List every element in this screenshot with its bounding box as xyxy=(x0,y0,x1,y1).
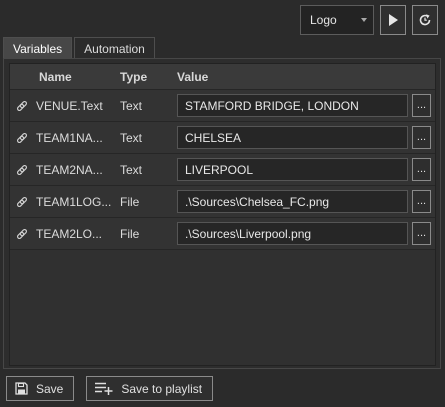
column-header-name[interactable]: Name xyxy=(34,70,114,84)
tab-bar: Variables Automation xyxy=(3,37,155,59)
browse-button[interactable]: ... xyxy=(412,158,431,181)
value-field[interactable]: .\Sources\Liverpool.png xyxy=(177,222,408,245)
preset-select-value: Logo xyxy=(310,13,337,27)
refresh-icon xyxy=(418,13,432,27)
browse-button[interactable]: ... xyxy=(412,94,431,117)
value-field[interactable]: CHELSEA xyxy=(177,126,408,149)
tab-variables[interactable]: Variables xyxy=(3,37,73,59)
row-name: VENUE.Text xyxy=(36,98,103,113)
row-name: TEAM1LOG... xyxy=(36,194,112,209)
browse-button[interactable]: ... xyxy=(412,222,431,245)
floppy-disk-icon xyxy=(15,382,28,395)
browse-button[interactable]: ... xyxy=(412,190,431,213)
column-header-value[interactable]: Value xyxy=(172,70,435,84)
refresh-button[interactable] xyxy=(412,5,438,35)
table-row[interactable]: TEAM1LOG... File .\Sources\Chelsea_FC.pn… xyxy=(10,186,435,218)
save-button[interactable]: Save xyxy=(6,376,75,401)
row-type: Text xyxy=(120,162,143,177)
save-to-playlist-button[interactable]: Save to playlist xyxy=(86,376,214,401)
variables-panel: Name Type Value VENUE.Text Text STAMFORD… xyxy=(3,58,441,369)
top-toolbar: Logo xyxy=(300,5,438,35)
play-icon xyxy=(388,14,398,26)
chevron-down-icon xyxy=(361,18,367,22)
row-type: File xyxy=(120,226,140,241)
tab-automation[interactable]: Automation xyxy=(74,37,155,59)
link-icon[interactable] xyxy=(10,132,34,143)
value-field[interactable]: LIVERPOOL xyxy=(177,158,408,181)
row-type: Text xyxy=(120,130,143,145)
row-name: TEAM2NA... xyxy=(36,162,103,177)
link-icon[interactable] xyxy=(10,228,34,239)
row-type: Text xyxy=(120,98,143,113)
table-row[interactable]: TEAM2LO... File .\Sources\Liverpool.png … xyxy=(10,218,435,250)
footer-bar: Save Save to playlist xyxy=(6,376,214,401)
row-name: TEAM2LO... xyxy=(36,226,103,241)
row-name: TEAM1NA... xyxy=(36,130,103,145)
link-icon[interactable] xyxy=(10,164,34,175)
variables-grid: Name Type Value VENUE.Text Text STAMFORD… xyxy=(9,63,436,366)
row-type: File xyxy=(120,194,140,209)
value-field[interactable]: STAMFORD BRIDGE, LONDON xyxy=(177,94,408,117)
value-field[interactable]: .\Sources\Chelsea_FC.png xyxy=(177,190,408,213)
link-icon[interactable] xyxy=(10,196,34,207)
link-icon[interactable] xyxy=(10,100,34,111)
table-row[interactable]: TEAM1NA... Text CHELSEA ... xyxy=(10,122,435,154)
table-row[interactable]: TEAM2NA... Text LIVERPOOL ... xyxy=(10,154,435,186)
browse-button[interactable]: ... xyxy=(412,126,431,149)
playlist-add-icon xyxy=(95,382,113,395)
grid-header: Name Type Value xyxy=(10,64,435,90)
preset-select[interactable]: Logo xyxy=(300,5,374,35)
column-header-type[interactable]: Type xyxy=(114,70,172,84)
save-button-label: Save xyxy=(36,381,64,396)
play-button[interactable] xyxy=(380,5,406,35)
save-to-playlist-label: Save to playlist xyxy=(121,381,203,396)
table-row[interactable]: VENUE.Text Text STAMFORD BRIDGE, LONDON … xyxy=(10,90,435,122)
